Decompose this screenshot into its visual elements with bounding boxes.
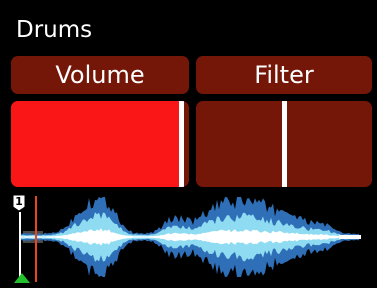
- waveform: [21, 197, 361, 277]
- waveform-tail: [339, 235, 361, 239]
- track-title: Drums: [16, 17, 93, 43]
- triangle-up-icon[interactable]: [14, 273, 30, 283]
- tab-filter-label: Filter: [254, 61, 314, 89]
- volume-control[interactable]: [11, 101, 189, 187]
- tab-volume[interactable]: Volume: [11, 56, 189, 94]
- waveform-display[interactable]: 1: [9, 194, 377, 288]
- tab-volume-label: Volume: [55, 61, 145, 89]
- filter-level-marker[interactable]: [282, 101, 287, 187]
- volume-level-fill: [11, 101, 184, 187]
- volume-level-marker[interactable]: [179, 101, 184, 187]
- tab-filter[interactable]: Filter: [196, 56, 372, 94]
- marker-number: 1: [15, 195, 23, 208]
- playhead[interactable]: [35, 196, 37, 282]
- filter-control[interactable]: [196, 101, 372, 187]
- start-marker-line: [19, 212, 21, 282]
